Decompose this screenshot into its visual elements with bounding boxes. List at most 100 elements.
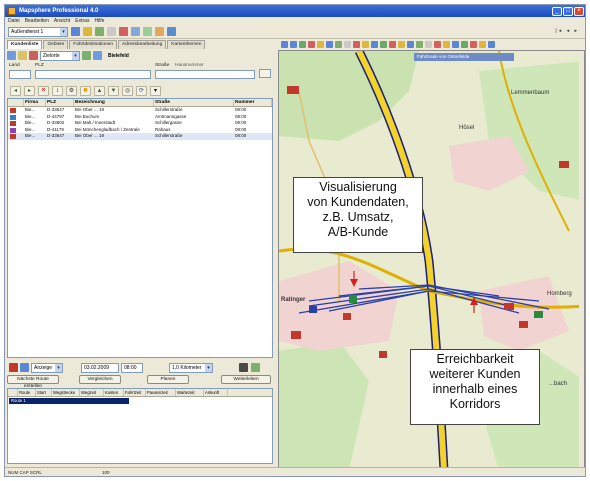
- filter-street-input[interactable]: [155, 70, 255, 79]
- copy-icon[interactable]: [131, 27, 140, 36]
- compare-button[interactable]: Vergleichen: [79, 375, 121, 384]
- delete-icon[interactable]: [119, 27, 128, 36]
- route-col-header[interactable]: Wartezeit: [176, 389, 204, 396]
- layer-icon[interactable]: [326, 41, 333, 48]
- route-row-selected[interactable]: Route 1: [9, 398, 129, 404]
- help-icon[interactable]: [488, 41, 495, 48]
- export-icon[interactable]: [93, 51, 102, 60]
- up-button[interactable]: ▲: [94, 85, 105, 96]
- table-row[interactable]: Bie... D-33647 Bei Ober ... 19 Schillerstra…: [8, 133, 272, 140]
- customer-marker[interactable]: [504, 303, 514, 310]
- menu-datei[interactable]: Datei: [8, 18, 20, 24]
- info-icon[interactable]: [398, 41, 405, 48]
- customer-marker[interactable]: [534, 311, 543, 318]
- col-nummer[interactable]: Nummer: [234, 99, 272, 106]
- customer-marker[interactable]: [287, 86, 299, 94]
- settings-icon[interactable]: [155, 27, 164, 36]
- calendar-icon[interactable]: [239, 363, 248, 372]
- customer-marker[interactable]: [309, 306, 317, 313]
- info-icon[interactable]: [251, 363, 260, 372]
- target-button[interactable]: ◎: [122, 85, 133, 96]
- route-icon[interactable]: [143, 27, 152, 36]
- tab-fahrtdestinationen[interactable]: Fahrtdestinationen: [69, 40, 117, 49]
- filter-icon[interactable]: [479, 41, 486, 48]
- select-icon[interactable]: [308, 41, 315, 48]
- col-strasse[interactable]: Straße: [154, 99, 234, 106]
- minimize-button[interactable]: _: [552, 6, 562, 16]
- back-button[interactable]: ◂: [10, 85, 21, 96]
- time-field[interactable]: 08:00: [121, 363, 143, 373]
- forward-icon[interactable]: [416, 41, 423, 48]
- center-icon[interactable]: [371, 41, 378, 48]
- tab-gebiete[interactable]: Gebiete: [43, 40, 69, 49]
- filter-plz-input[interactable]: [35, 70, 151, 79]
- filter-land-input[interactable]: [9, 70, 31, 79]
- menu-extras[interactable]: Extras: [75, 18, 89, 24]
- col-plz[interactable]: PLZ: [46, 99, 74, 106]
- customer-marker[interactable]: [559, 161, 569, 168]
- measure-icon[interactable]: [317, 41, 324, 48]
- view-combo[interactable]: Außendienst 1 ▾: [8, 26, 68, 37]
- route-optimize-button[interactable]: Nächste Route erstellen: [7, 375, 59, 389]
- flag-icon[interactable]: [434, 41, 441, 48]
- back-icon[interactable]: [407, 41, 414, 48]
- save-icon[interactable]: [95, 27, 104, 36]
- down-button[interactable]: ▼: [108, 85, 119, 96]
- print-icon[interactable]: [107, 27, 116, 36]
- home-icon[interactable]: [452, 41, 459, 48]
- menu-bearbeiten[interactable]: Bearbeiten: [25, 18, 49, 24]
- map-icon[interactable]: [461, 41, 468, 48]
- route-col-header[interactable]: Route: [18, 389, 36, 396]
- attach-button[interactable]: ⚙: [66, 85, 77, 96]
- target-combo[interactable]: Zielorte ▾: [40, 50, 80, 61]
- tab-adressbearbeitung[interactable]: Adressbearbeitung: [118, 40, 167, 49]
- filter-search-button[interactable]: [259, 69, 271, 78]
- page-nav[interactable]: |◂ ◂ ▸: [555, 28, 579, 34]
- pin-icon[interactable]: [470, 41, 477, 48]
- open-icon[interactable]: [83, 27, 92, 36]
- route-col-header[interactable]: Pausenzeit: [146, 389, 176, 396]
- zoom-in-icon[interactable]: [281, 41, 288, 48]
- zoom-out-icon[interactable]: [290, 41, 297, 48]
- list-delete-icon[interactable]: [29, 51, 38, 60]
- route-icon[interactable]: [335, 41, 342, 48]
- tab-kartenthemen[interactable]: Kartenthemen: [167, 40, 206, 49]
- menu-ansicht[interactable]: Ansicht: [54, 18, 70, 24]
- route-col-header[interactable]: Start: [36, 389, 52, 396]
- star-icon[interactable]: [443, 41, 450, 48]
- customer-marker[interactable]: [291, 331, 301, 339]
- tab-kundenliste[interactable]: Kundenliste: [7, 40, 43, 49]
- maximize-button[interactable]: □: [563, 6, 573, 16]
- customer-marker[interactable]: [343, 313, 351, 320]
- customer-marker[interactable]: [379, 351, 387, 358]
- forward-button-route[interactable]: Weiterleiten: [221, 375, 271, 384]
- stop-icon[interactable]: [9, 363, 18, 372]
- col-flag[interactable]: [8, 99, 24, 106]
- pan-icon[interactable]: [299, 41, 306, 48]
- plan-button[interactable]: Planen: [147, 375, 189, 384]
- customer-marker[interactable]: [349, 295, 357, 303]
- delete-icon[interactable]: [389, 41, 396, 48]
- remove-button[interactable]: ×: [38, 85, 49, 96]
- sync-button[interactable]: ⟳: [136, 85, 147, 96]
- route-col-header[interactable]: Kosten: [104, 389, 124, 396]
- map-scrollbar[interactable]: [579, 51, 585, 469]
- filter-icon[interactable]: [82, 51, 91, 60]
- route-col-header[interactable]: [8, 389, 18, 396]
- more-button[interactable]: ▾: [150, 85, 161, 96]
- new-icon[interactable]: [71, 27, 80, 36]
- grid-icon[interactable]: [425, 41, 432, 48]
- date-field[interactable]: 03.02.2009: [81, 363, 119, 373]
- print-icon[interactable]: [344, 41, 351, 48]
- route-col-header[interactable]: Fahrtzeit: [124, 389, 146, 396]
- col-bezeichnung[interactable]: Bezeichnung: [74, 99, 154, 106]
- menu-hilfe[interactable]: Hilfe: [94, 18, 104, 24]
- refresh-icon[interactable]: [380, 41, 387, 48]
- route-col-header[interactable]: Ankunft: [204, 389, 228, 396]
- route-col-header[interactable]: Wegstrecke: [52, 389, 80, 396]
- close-button[interactable]: ×: [574, 6, 584, 16]
- distance-combo[interactable]: 1,0 Kilometer ▾: [169, 363, 213, 373]
- customer-marker[interactable]: [519, 321, 528, 328]
- pause-icon[interactable]: [20, 363, 29, 372]
- help-icon[interactable]: [167, 27, 176, 36]
